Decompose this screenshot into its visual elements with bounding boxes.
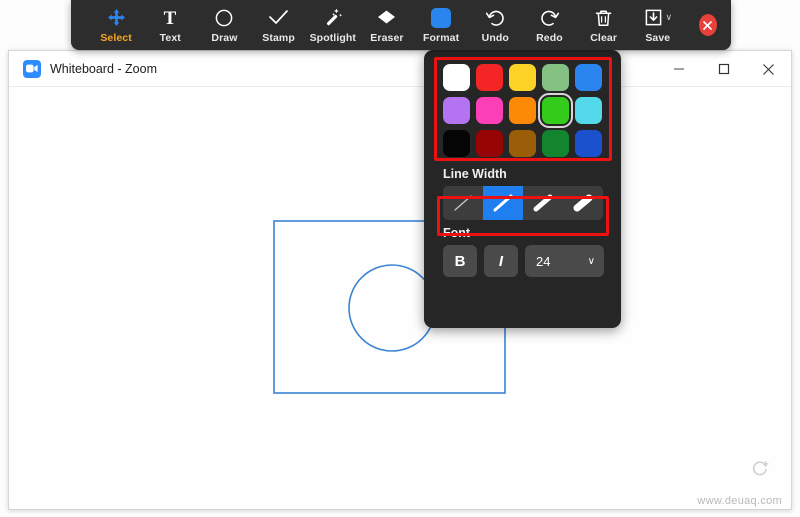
chevron-down-icon: ∨ xyxy=(587,255,595,267)
window-titlebar: Whiteboard - Zoom xyxy=(9,51,791,87)
canvas-shape-circle xyxy=(348,264,436,352)
color-swatch-black[interactable] xyxy=(443,130,470,157)
watermark-text: www.deuaq.com xyxy=(697,495,782,507)
font-size-select[interactable]: 24 ∨ xyxy=(525,245,604,277)
color-swatch-brown[interactable] xyxy=(509,130,536,157)
color-swatch-dark-blue[interactable] xyxy=(575,130,602,157)
tool-clear-label: Clear xyxy=(590,31,618,44)
tool-draw[interactable]: Draw xyxy=(197,2,251,48)
maximize-button[interactable] xyxy=(701,51,746,87)
tool-undo[interactable]: Undo xyxy=(468,2,522,48)
tool-select-label: Select xyxy=(100,31,132,44)
tool-text-label: Text xyxy=(159,31,181,44)
color-swatch-dark-red[interactable] xyxy=(476,130,503,157)
redo-arrow-icon xyxy=(539,7,560,29)
trash-can-icon xyxy=(594,7,613,29)
annotation-toolbar: Select T Text Draw Stamp Spotlight Erase… xyxy=(71,0,731,50)
italic-label: I xyxy=(498,252,504,270)
move-arrows-icon xyxy=(107,7,126,29)
screen-root: Whiteboard - Zoom www.deuaq.com Line Wid… xyxy=(0,0,800,517)
minimize-button[interactable] xyxy=(656,51,701,87)
window-title: Whiteboard - Zoom xyxy=(50,61,157,76)
tool-stamp[interactable]: Stamp xyxy=(252,2,306,48)
whiteboard-canvas[interactable]: www.deuaq.com xyxy=(9,87,791,509)
font-label: Font xyxy=(443,226,471,240)
tool-text[interactable]: T Text xyxy=(143,2,197,48)
tool-redo[interactable]: Redo xyxy=(522,2,576,48)
bold-button[interactable]: B xyxy=(443,245,477,277)
tool-draw-label: Draw xyxy=(211,31,238,44)
tool-undo-label: Undo xyxy=(481,31,509,44)
text-t-icon: T xyxy=(161,7,179,29)
color-swatch-bright-green[interactable] xyxy=(538,93,573,128)
line-width-medium[interactable] xyxy=(483,186,523,220)
line-width-thick[interactable] xyxy=(523,186,563,220)
window-controls xyxy=(656,51,791,87)
save-chevron-down-icon[interactable]: ∨ xyxy=(666,12,673,23)
bold-label: B xyxy=(454,252,466,270)
svg-text:T: T xyxy=(164,8,177,27)
save-download-icon: ∨ xyxy=(644,7,673,29)
line-width-extra-thick[interactable] xyxy=(563,186,603,220)
eraser-icon xyxy=(376,7,397,29)
zoom-camera-icon xyxy=(23,59,41,78)
tool-format[interactable]: Format xyxy=(414,2,468,48)
format-popup-panel: Line Width Font B I 24 ∨ xyxy=(424,50,621,328)
line-width-label: Line Width xyxy=(443,167,507,181)
checkmark-icon xyxy=(268,7,289,29)
color-swatch-cyan[interactable] xyxy=(575,97,602,124)
color-square-icon xyxy=(431,7,452,29)
circle-outline-icon xyxy=(214,7,234,29)
color-swatch-magenta[interactable] xyxy=(476,97,503,124)
whiteboard-window: Whiteboard - Zoom www.deuaq.com xyxy=(8,50,792,510)
color-swatch-yellow[interactable] xyxy=(509,64,536,91)
color-swatch-dark-green[interactable] xyxy=(542,130,569,157)
tool-save-label: Save xyxy=(645,31,671,44)
tool-stamp-label: Stamp xyxy=(262,31,295,44)
font-size-value: 24 xyxy=(536,253,551,269)
tool-redo-label: Redo xyxy=(536,31,563,44)
line-width-thin[interactable] xyxy=(443,186,483,220)
tool-spotlight[interactable]: Spotlight xyxy=(306,2,360,48)
tool-spotlight-label: Spotlight xyxy=(309,31,356,44)
color-swatch-orange[interactable] xyxy=(509,97,536,124)
color-swatch-purple[interactable] xyxy=(443,97,470,124)
close-annotation-toolbar-button[interactable] xyxy=(698,14,717,36)
color-swatch-blue[interactable] xyxy=(575,64,602,91)
color-swatch-white[interactable] xyxy=(443,64,470,91)
tool-eraser-label: Eraser xyxy=(370,31,404,44)
line-width-options xyxy=(443,186,603,220)
font-controls: B I 24 ∨ xyxy=(443,245,621,277)
color-swatch-light-green[interactable] xyxy=(542,64,569,91)
tool-clear[interactable]: Clear xyxy=(577,2,631,48)
tool-eraser[interactable]: Eraser xyxy=(360,2,414,48)
italic-button[interactable]: I xyxy=(484,245,518,277)
undo-arrow-icon xyxy=(485,7,506,29)
close-window-button[interactable] xyxy=(746,51,791,87)
tool-save[interactable]: ∨ Save xyxy=(631,2,685,48)
tool-format-label: Format xyxy=(423,31,460,44)
tool-select[interactable]: Select xyxy=(89,2,143,48)
magic-wand-icon xyxy=(322,7,343,29)
color-swatch-grid xyxy=(424,58,621,161)
color-swatch-red[interactable] xyxy=(476,64,503,91)
rotate-plus-icon xyxy=(750,459,770,484)
